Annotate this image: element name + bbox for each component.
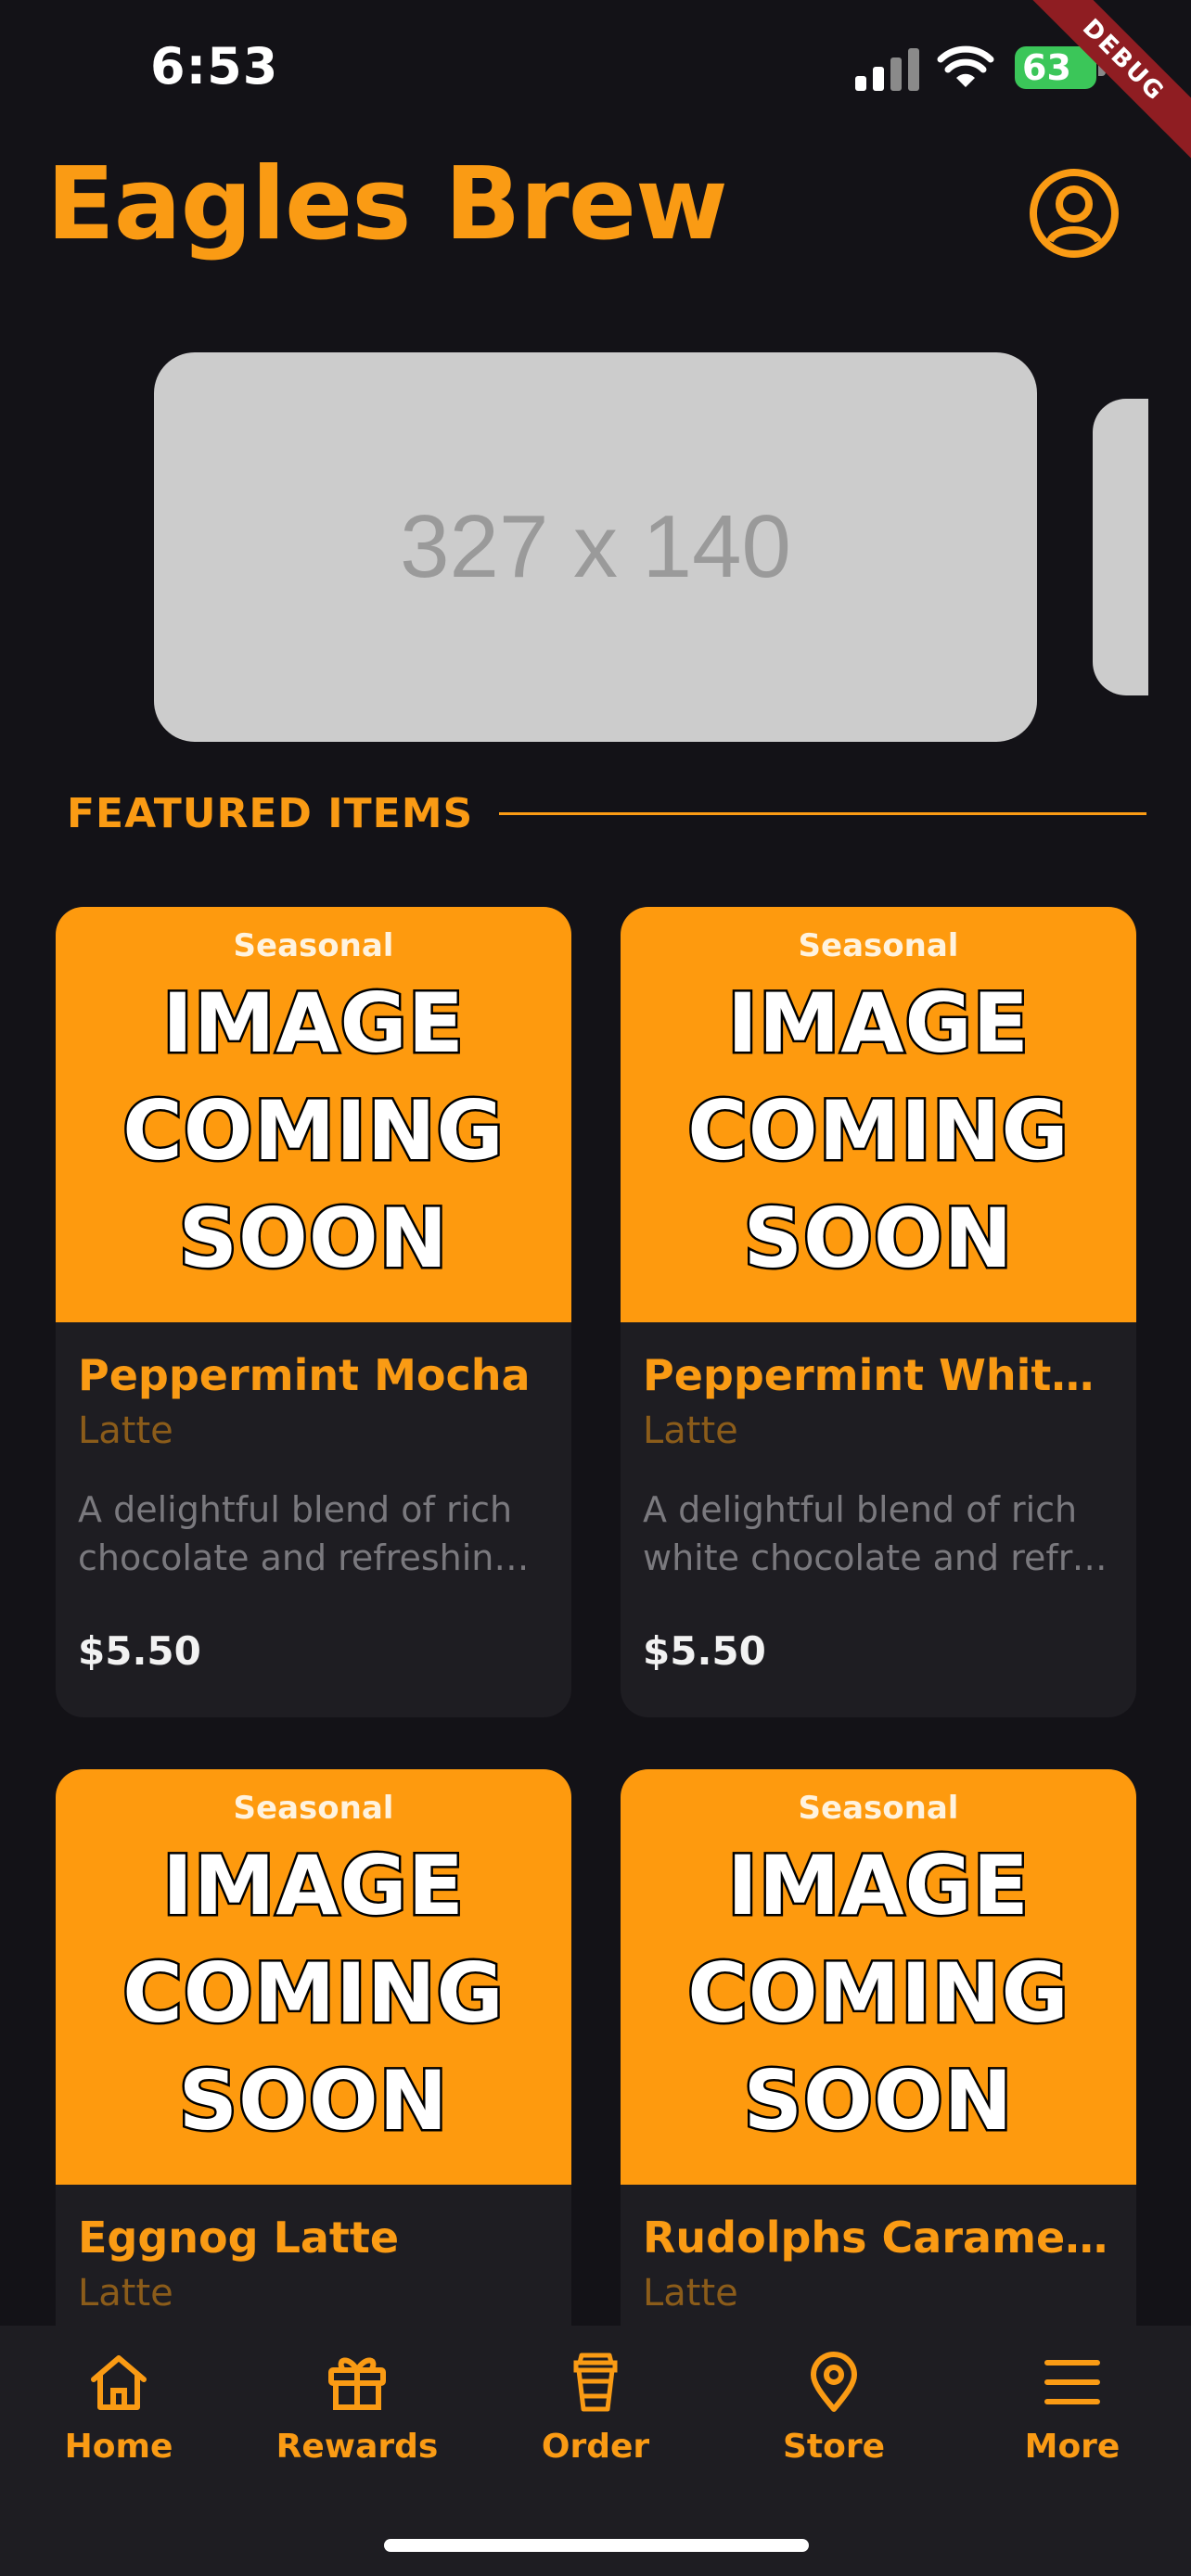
image-coming-soon: IMAGE COMING SOON <box>685 974 1071 1289</box>
tab-rewards[interactable]: Rewards <box>255 2350 459 2466</box>
promo-banner-next[interactable] <box>1093 399 1148 695</box>
product-category: Latte <box>78 2272 173 2315</box>
product-category: Latte <box>643 1409 738 1452</box>
product-description: A delightful blend of rich chocolate and… <box>78 1489 547 1578</box>
gift-icon <box>328 2357 386 2410</box>
status-time: 6:53 <box>150 37 279 96</box>
location-pin-icon <box>811 2352 857 2412</box>
seasonal-tag: Seasonal <box>233 927 394 964</box>
seasonal-tag: Seasonal <box>798 1790 959 1827</box>
tab-label: More <box>1024 2428 1121 2466</box>
product-description: A delightful blend of rich white chocola… <box>643 1489 1112 1578</box>
tab-label: Rewards <box>275 2428 439 2466</box>
tab-order[interactable]: Order <box>493 2350 698 2466</box>
featured-section-header: FEATURED ITEMS <box>67 790 1146 837</box>
wifi-icon <box>937 45 994 87</box>
tab-label: Store <box>782 2428 886 2466</box>
home-indicator <box>384 2539 809 2552</box>
product-card[interactable]: Seasonal IMAGE COMING SOON Rudolphs Cara… <box>621 1769 1136 2418</box>
image-coming-soon: IMAGE COMING SOON <box>685 1836 1071 2151</box>
image-coming-soon: IMAGE COMING SOON <box>121 974 506 1289</box>
battery-icon: 63 <box>1015 46 1096 89</box>
tab-home[interactable]: Home <box>17 2350 221 2466</box>
product-card[interactable]: Seasonal IMAGE COMING SOON Eggnog Latte … <box>56 1769 571 2418</box>
product-category: Latte <box>78 1409 173 1452</box>
product-image-placeholder: Seasonal IMAGE COMING SOON <box>56 907 571 1322</box>
product-name: Eggnog Latte <box>78 2213 400 2263</box>
image-coming-soon: IMAGE COMING SOON <box>121 1836 506 2151</box>
product-name: Rudolphs Caramel… <box>643 2213 1112 2263</box>
app-title: Eagles Brew <box>46 147 728 262</box>
battery-level: 63 <box>1022 47 1071 88</box>
product-image-placeholder: Seasonal IMAGE COMING SOON <box>621 1769 1136 2185</box>
banner-placeholder-text: 327 x 140 <box>400 497 791 596</box>
tab-label: Home <box>64 2428 173 2466</box>
seasonal-tag: Seasonal <box>798 927 959 964</box>
seasonal-tag: Seasonal <box>233 1790 394 1827</box>
app-screen: 6:53 63 DEBUG Eagles Brew 327 x 140 FEAT… <box>0 0 1191 2576</box>
product-image-placeholder: Seasonal IMAGE COMING SOON <box>56 1769 571 2185</box>
signal-icon <box>855 48 919 91</box>
product-card[interactable]: Seasonal IMAGE COMING SOON Peppermint Wh… <box>621 907 1136 1717</box>
promo-banner[interactable]: 327 x 140 <box>154 352 1037 742</box>
section-title: FEATURED ITEMS <box>67 790 474 837</box>
debug-banner: DEBUG <box>1000 0 1191 184</box>
product-price: $5.50 <box>78 1628 201 1674</box>
product-category: Latte <box>643 2272 738 2315</box>
product-price: $5.50 <box>643 1628 766 1674</box>
tab-store[interactable]: Store <box>732 2350 936 2466</box>
menu-icon <box>1044 2360 1100 2404</box>
product-name: Peppermint Mocha <box>78 1350 531 1400</box>
profile-icon[interactable] <box>1028 167 1121 260</box>
tab-label: Order <box>541 2428 650 2466</box>
tab-more[interactable]: More <box>970 2350 1174 2466</box>
section-divider <box>499 812 1146 815</box>
product-image-placeholder: Seasonal IMAGE COMING SOON <box>621 907 1136 1322</box>
home-icon <box>91 2355 147 2410</box>
product-card[interactable]: Seasonal IMAGE COMING SOON Peppermint Mo… <box>56 907 571 1717</box>
product-name: Peppermint White … <box>643 1350 1112 1400</box>
cup-icon <box>573 2353 618 2412</box>
